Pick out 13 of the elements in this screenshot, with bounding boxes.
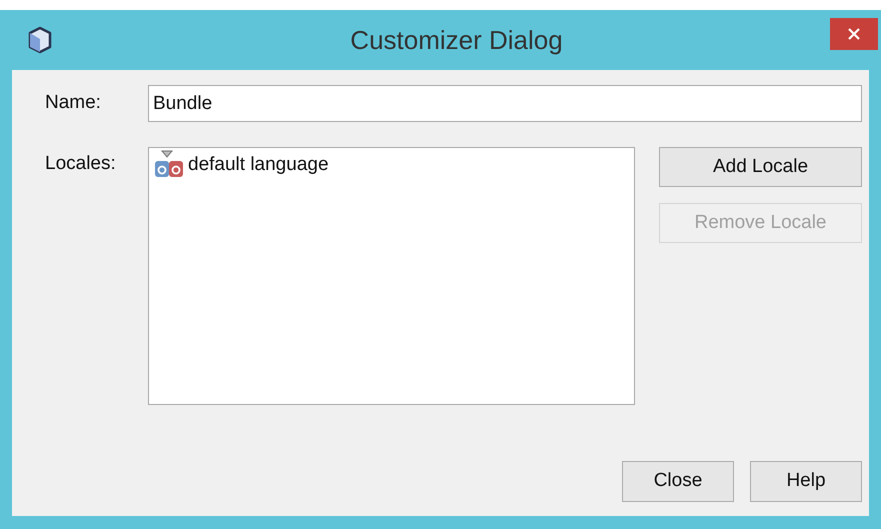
close-icon xyxy=(847,27,861,41)
name-label: Name: xyxy=(45,91,102,116)
locales-label: Locales: xyxy=(45,152,117,176)
locale-text: default language xyxy=(188,152,329,177)
name-field[interactable]: Bundle xyxy=(148,85,862,122)
dialog-button[interactable]: Help xyxy=(750,461,862,502)
dialog-button[interactable]: Close xyxy=(622,461,734,502)
locale-item[interactable]: default language xyxy=(151,150,632,180)
cube-icon xyxy=(27,26,53,54)
locale-button[interactable]: Add Locale xyxy=(659,147,862,187)
window-title: Customizer Dialog xyxy=(350,24,563,56)
close-button[interactable] xyxy=(830,18,878,50)
locale-icon xyxy=(153,150,185,180)
